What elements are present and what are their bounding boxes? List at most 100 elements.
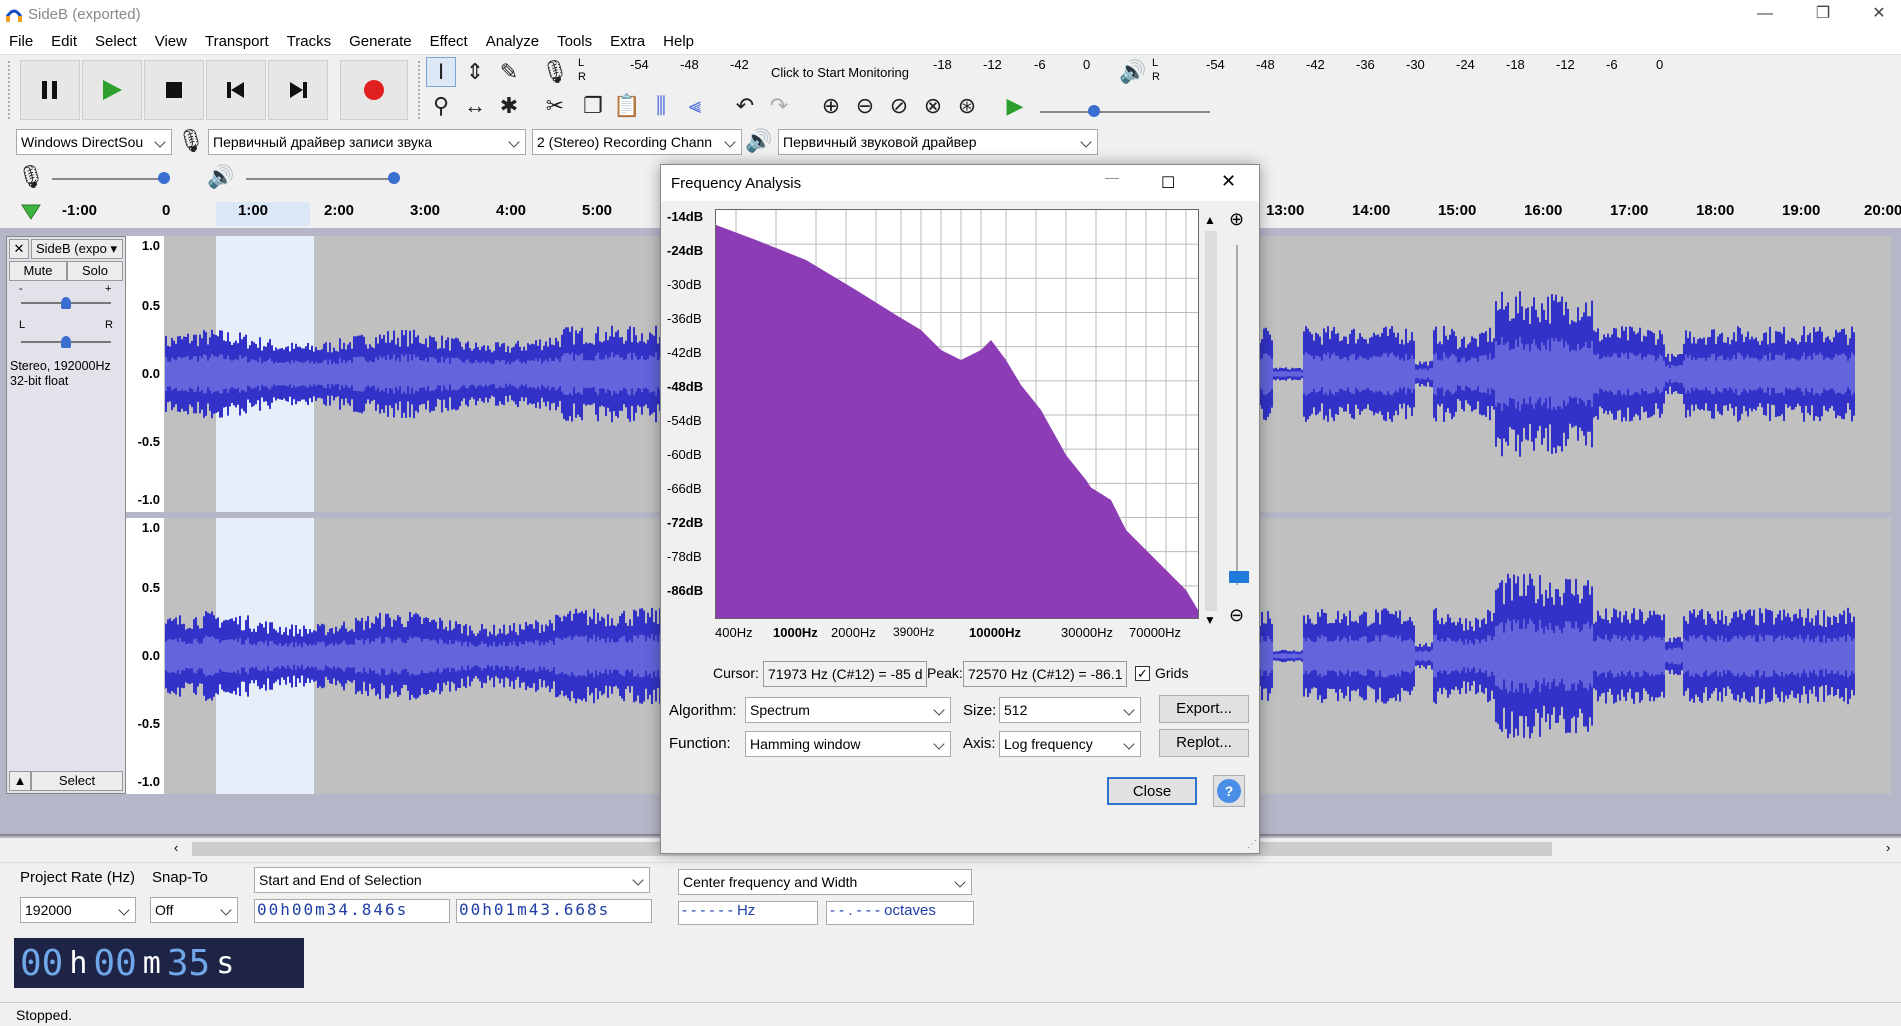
menu-extra[interactable]: Extra (601, 30, 654, 50)
record-meter-mic-icon[interactable]: 🎙 (540, 57, 570, 87)
play-at-speed-icon[interactable]: ▶ (1000, 91, 1030, 121)
timeshift-tool-icon[interactable]: ↔ (460, 91, 490, 121)
spectral-selection-mode-select[interactable]: Center frequency and Width (678, 869, 972, 895)
gain-slider-thumb[interactable] (61, 297, 71, 309)
skip-to-start-button[interactable] (206, 60, 266, 120)
solo-button[interactable]: Solo (67, 261, 123, 281)
fit-selection-icon[interactable]: ⊘ (884, 91, 914, 121)
help-button[interactable]: ? (1213, 775, 1245, 807)
menu-select[interactable]: Select (86, 30, 146, 50)
playback-meter-speaker-icon[interactable]: 🔊 (1118, 57, 1148, 87)
replot-button[interactable]: Replot... (1159, 729, 1249, 757)
draw-tool-icon[interactable]: ✎ (494, 57, 524, 87)
function-select[interactable]: Hamming window (745, 731, 951, 757)
copy-icon[interactable]: ❐ (578, 91, 608, 121)
vertical-scroll-track[interactable] (1205, 231, 1217, 611)
minimize-button[interactable]: — (1742, 0, 1788, 30)
restore-button[interactable]: ❐ (1800, 0, 1846, 30)
scroll-up-icon[interactable]: ▲ (1204, 213, 1216, 227)
menu-generate[interactable]: Generate (340, 30, 421, 50)
play-speed-slider[interactable] (1040, 111, 1210, 113)
menu-transport[interactable]: Transport (196, 30, 278, 50)
menu-view[interactable]: View (146, 30, 196, 50)
frequency-analysis-dialog[interactable]: Frequency Analysis — ☐ ✕ -14dB -24dB -30… (660, 164, 1260, 854)
play-speed-thumb[interactable] (1088, 105, 1100, 117)
menu-tracks[interactable]: Tracks (278, 30, 340, 50)
zoom-tool-icon[interactable]: ⚲ (426, 91, 456, 121)
close-button[interactable]: Close (1107, 777, 1197, 805)
playback-device-select[interactable]: Первичный звуковой драйвер (778, 129, 1098, 155)
zoom-out-icon[interactable]: ⊖ (1229, 605, 1244, 626)
pause-button[interactable] (20, 60, 80, 120)
recording-volume-slider[interactable] (52, 178, 164, 180)
menu-file[interactable]: File (0, 30, 42, 50)
track-name-menu[interactable]: SideB (expo ▾ (31, 239, 123, 259)
recording-device-select[interactable]: Первичный драйвер записи звука (208, 129, 526, 155)
toolbar-grip[interactable] (418, 61, 423, 119)
recording-channels-select[interactable]: 2 (Stereo) Recording Chann (532, 129, 742, 155)
record-button[interactable] (340, 60, 408, 120)
scroll-right-icon[interactable]: › (1886, 840, 1890, 855)
recording-volume-thumb[interactable] (158, 172, 170, 184)
export-button[interactable]: Export... (1159, 695, 1249, 723)
size-select[interactable]: 512 (999, 697, 1141, 723)
play-button[interactable] (82, 60, 142, 120)
undo-icon[interactable]: ↶ (730, 91, 760, 121)
skip-to-end-button[interactable] (268, 60, 328, 120)
menu-help[interactable]: Help (654, 30, 703, 50)
audio-host-select[interactable]: Windows DirectSou (16, 129, 172, 155)
playback-meter[interactable]: L R -54 -48 -42 -36 -30 -24 -18 -12 -6 0 (1152, 57, 1672, 87)
collapse-track-button[interactable]: ▲ (9, 771, 31, 791)
project-rate-select[interactable]: 192000 (20, 897, 136, 923)
scroll-down-icon[interactable]: ▼ (1204, 613, 1216, 627)
grids-checkbox[interactable]: ✓ (1135, 666, 1150, 681)
paste-icon[interactable]: 📋 (612, 91, 642, 121)
selection-start-time[interactable]: 00h00m34.846s (254, 899, 450, 923)
timeline-options-icon[interactable] (20, 202, 42, 222)
zoom-in-icon[interactable]: ⊕ (1229, 209, 1244, 230)
redo-icon[interactable]: ↷ (764, 91, 794, 121)
dialog-close-icon[interactable]: ✕ (1221, 171, 1236, 192)
zoom-slider[interactable] (1236, 245, 1238, 585)
center-frequency-field[interactable]: - - - - - - Hz (678, 901, 818, 925)
cut-icon[interactable]: ✂ (540, 91, 570, 121)
zoom-toggle-icon[interactable]: ⊛ (952, 91, 982, 121)
mute-button[interactable]: Mute (9, 261, 67, 281)
track-close-button[interactable]: ✕ (9, 239, 29, 259)
record-meter[interactable]: L R -54 -48 -42 Click to Start Monitorin… (578, 57, 1098, 87)
stop-button[interactable] (144, 60, 204, 120)
fit-project-icon[interactable]: ⊗ (918, 91, 948, 121)
playback-volume-slider[interactable] (246, 178, 394, 180)
bandwidth-field[interactable]: - - . - - - octaves (826, 901, 974, 925)
snap-to-select[interactable]: Off (150, 897, 238, 923)
track-control-panel[interactable]: ✕ SideB (expo ▾ Mute Solo - + L R Stereo… (6, 236, 126, 794)
trim-icon[interactable]: ⫼ (646, 91, 676, 121)
dialog-maximize-icon[interactable]: ☐ (1161, 173, 1175, 193)
selection-mode-select[interactable]: Start and End of Selection (254, 867, 650, 893)
start-monitoring-hint[interactable]: Click to Start Monitoring (771, 65, 909, 80)
selection-end-time[interactable]: 00h01m43.668s (456, 899, 652, 923)
multi-tool-icon[interactable]: ✱ (494, 91, 524, 121)
time-display[interactable]: 00 h 00 m 35 s (14, 938, 304, 988)
dialog-minimize-icon[interactable]: — (1105, 169, 1119, 185)
zoom-out-icon[interactable]: ⊖ (850, 91, 880, 121)
menu-analyze[interactable]: Analyze (477, 30, 548, 50)
zoom-slider-thumb[interactable] (1229, 571, 1249, 583)
algorithm-select[interactable]: Spectrum (745, 697, 951, 723)
select-track-button[interactable]: Select (31, 771, 123, 791)
pan-slider-thumb[interactable] (61, 336, 71, 348)
silence-icon[interactable]: ⫷ (680, 91, 710, 121)
scroll-left-icon[interactable]: ‹ (174, 840, 178, 855)
axis-select[interactable]: Log frequency (999, 731, 1141, 757)
window-close-button[interactable]: ✕ (1856, 0, 1901, 30)
envelope-tool-icon[interactable]: ⇕ (460, 57, 490, 87)
playback-volume-thumb[interactable] (388, 172, 400, 184)
menu-effect[interactable]: Effect (421, 30, 477, 50)
menu-tools[interactable]: Tools (548, 30, 601, 50)
spectrum-plot[interactable] (715, 209, 1199, 619)
selection-tool-icon[interactable]: I (426, 57, 456, 87)
toolbar-grip[interactable] (8, 61, 13, 119)
menu-edit[interactable]: Edit (42, 30, 86, 50)
zoom-in-icon[interactable]: ⊕ (816, 91, 846, 121)
resize-grip-icon[interactable]: ⋰ (1247, 839, 1257, 850)
